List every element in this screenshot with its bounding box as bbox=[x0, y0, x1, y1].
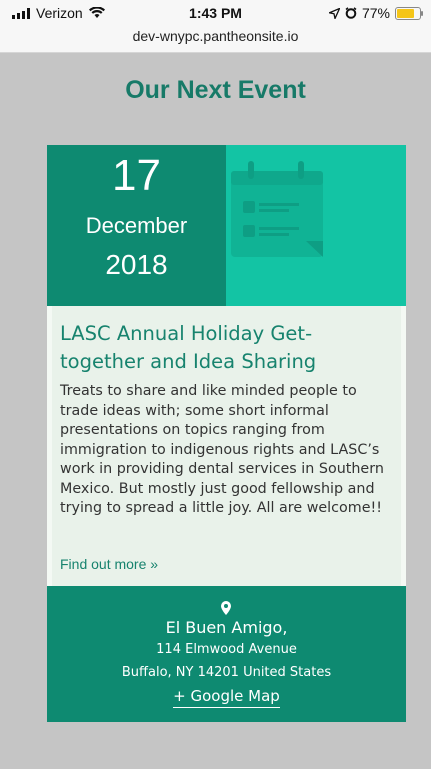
calendar-icon bbox=[231, 161, 323, 257]
calendar-panel bbox=[226, 145, 406, 306]
event-location-box: El Buen Amigo, 114 Elmwood Avenue Buffal… bbox=[47, 586, 406, 722]
status-bar: Verizon 1:43 PM 77% bbox=[0, 0, 431, 26]
google-map-link-wrap: + Google Map bbox=[47, 687, 406, 708]
venue-city: Buffalo, NY 14201 United States bbox=[121, 665, 332, 680]
battery-icon bbox=[395, 6, 423, 20]
battery-label: 77% bbox=[361, 5, 390, 21]
find-out-more-link[interactable]: Find out more » bbox=[60, 556, 158, 572]
map-pin-icon bbox=[221, 601, 231, 615]
venue-name: El Buen Amigo, bbox=[165, 618, 288, 637]
url-bar[interactable]: dev-wnypc.pantheonsite.io bbox=[0, 28, 431, 44]
event-description: Treats to share and like minded people t… bbox=[60, 383, 384, 516]
event-year: 2018 bbox=[105, 249, 168, 280]
right-status-group: 77% bbox=[328, 5, 423, 21]
event-title[interactable]: LASC Annual Holiday Get-together and Ide… bbox=[60, 320, 395, 376]
alarm-icon bbox=[345, 7, 357, 19]
venue-street: 114 Elmwood Avenue bbox=[156, 642, 297, 657]
event-day: 17 bbox=[112, 151, 161, 200]
event-date-box: 17 December 2018 bbox=[47, 145, 226, 306]
section-heading: Our Next Event bbox=[125, 76, 306, 104]
browser-top-bar: Verizon 1:43 PM 77% dev-wnypc.pantheonsi… bbox=[0, 0, 431, 53]
event-body: LASC Annual Holiday Get-together and Ide… bbox=[47, 306, 406, 586]
location-arrow-icon bbox=[328, 7, 340, 19]
google-map-link[interactable]: + Google Map bbox=[173, 687, 280, 708]
event-month: December bbox=[85, 213, 188, 238]
